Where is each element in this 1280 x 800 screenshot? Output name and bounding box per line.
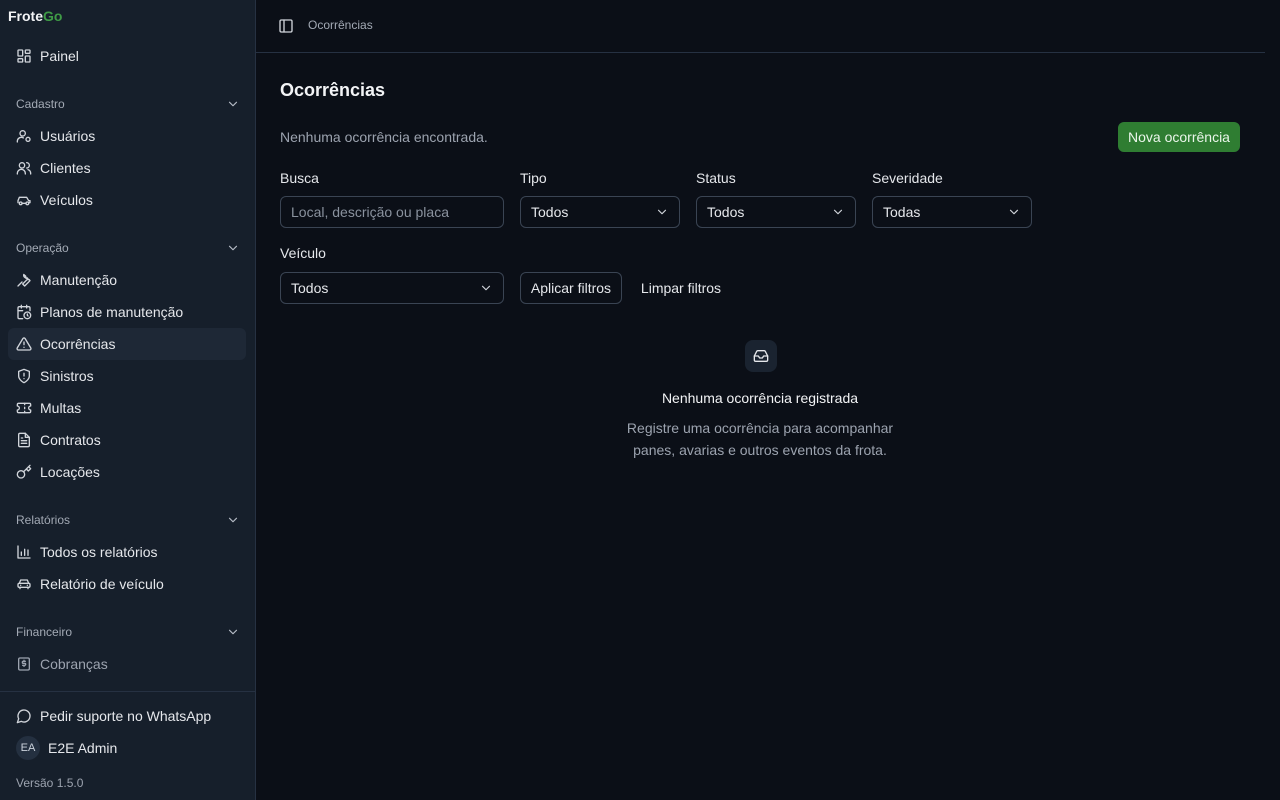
- whatsapp-support-link[interactable]: Pedir suporte no WhatsApp: [8, 700, 246, 732]
- type-select-value: Todos: [531, 204, 569, 220]
- sidebar-item-ocorrencias[interactable]: Ocorrências: [8, 328, 246, 360]
- sidebar-group-cadastro[interactable]: Cadastro: [16, 94, 240, 114]
- brand-name-part1: Frote: [8, 8, 43, 24]
- key-icon: [16, 464, 32, 479]
- sidebar-item-veiculos[interactable]: Veículos: [8, 184, 246, 216]
- sidebar-item-multas[interactable]: Multas: [8, 392, 246, 424]
- status-label: Status: [696, 170, 736, 186]
- sidebar-item-label: Ocorrências: [40, 336, 116, 352]
- severity-select-value: Todas: [883, 204, 921, 220]
- avatar: EA: [16, 736, 40, 760]
- sidebar-item-planos[interactable]: Planos de manutenção: [8, 296, 246, 328]
- sidebar-item-label: Clientes: [40, 160, 91, 176]
- type-label: Tipo: [520, 170, 547, 186]
- bar-chart-icon: [17, 545, 31, 559]
- sidebar-group-label: Relatórios: [16, 513, 71, 527]
- user-cog-icon: [16, 130, 31, 143]
- empty-state-line: Registre uma ocorrência para acompanhar: [626, 420, 894, 436]
- sidebar-item-label: Pedir suporte no WhatsApp: [40, 708, 212, 724]
- sidebar-item-cobrancas[interactable]: Cobranças: [8, 648, 246, 680]
- car-front-icon: [17, 579, 31, 590]
- empty-state-title: Nenhuma ocorrência registrada: [661, 390, 859, 406]
- app-version: Versão 1.5.0: [16, 776, 84, 790]
- sidebar-item-clientes[interactable]: Clientes: [8, 152, 246, 184]
- sidebar-item-manutencao[interactable]: Manutenção: [8, 264, 246, 296]
- sidebar-group-label: Operação: [16, 241, 69, 255]
- alert-triangle-icon: [16, 337, 32, 351]
- chevron-down-icon: [657, 209, 667, 215]
- sidebar-item-label: Todos os relatórios: [40, 544, 158, 560]
- chevron-down-icon: [833, 209, 843, 215]
- type-select[interactable]: Todos: [520, 196, 680, 228]
- page-title: Ocorrências: [280, 80, 386, 100]
- sidebar-item-label: Multas: [40, 400, 82, 416]
- severity-label: Severidade: [872, 170, 943, 186]
- sidebar-item-label: Usuários: [40, 128, 96, 144]
- sidebar-item-label: Painel: [40, 48, 79, 64]
- sidebar-item-sinistros[interactable]: Sinistros: [8, 360, 246, 392]
- sidebar-group-operacao[interactable]: Operação: [16, 238, 240, 258]
- vehicle-select[interactable]: Todos: [280, 272, 504, 304]
- brand-name-part2: Go: [43, 8, 63, 24]
- search-label: Busca: [280, 170, 319, 186]
- new-occurrence-button[interactable]: Nova ocorrência: [1118, 122, 1240, 152]
- sidebar-group-label: Cadastro: [16, 97, 65, 111]
- empty-state-icon-box: [745, 340, 777, 372]
- sidebar-item-label: Manutenção: [40, 272, 118, 288]
- vehicle-label: Veículo: [280, 245, 326, 261]
- file-text-icon: [18, 432, 30, 448]
- sidebar: FroteGo Painel Cadastro Usuários Cliente…: [0, 0, 256, 800]
- dashboard-icon: [17, 49, 31, 63]
- car-icon: [17, 196, 31, 206]
- sidebar-item-todos-relatorios[interactable]: Todos os relatórios: [8, 536, 246, 568]
- sidebar-group-label: Financeiro: [16, 625, 73, 639]
- chevron-down-icon: [481, 285, 491, 291]
- sidebar-group-relatorios[interactable]: Relatórios: [16, 510, 240, 530]
- user-name: E2E Admin: [48, 740, 118, 756]
- sidebar-item-label: Veículos: [40, 192, 93, 208]
- severity-select[interactable]: Todas: [872, 196, 1032, 228]
- empty-state-line: panes, avarias e outros eventos da frota…: [633, 442, 887, 458]
- ticket-icon: [16, 402, 32, 414]
- chevron-down-icon: [228, 101, 238, 107]
- shield-alert-icon: [18, 368, 30, 384]
- message-circle-icon: [16, 709, 31, 724]
- breadcrumb: Ocorrências: [308, 18, 373, 32]
- sidebar-item-label: Planos de manutenção: [40, 304, 184, 320]
- wrench-icon: [17, 273, 31, 287]
- user-menu[interactable]: EA E2E Admin: [16, 734, 240, 762]
- clear-filters-button[interactable]: Limpar filtros: [630, 272, 732, 304]
- inbox-icon: [753, 350, 769, 362]
- sidebar-item-painel[interactable]: Painel: [8, 40, 246, 72]
- sidebar-item-label: Sinistros: [40, 368, 94, 384]
- calendar-clock-icon: [17, 304, 32, 320]
- chevron-down-icon: [228, 629, 238, 635]
- sidebar-item-label: Cobranças: [40, 656, 108, 672]
- status-select[interactable]: Todos: [696, 196, 856, 228]
- receipt-dollar-icon: [18, 657, 30, 671]
- top-header: Ocorrências: [256, 0, 1265, 53]
- chevron-down-icon: [228, 517, 238, 523]
- sidebar-item-label: Locações: [40, 464, 100, 480]
- sidebar-item-label: Contratos: [40, 432, 101, 448]
- users-icon: [16, 162, 32, 175]
- sidebar-toggle-icon[interactable]: [278, 18, 294, 34]
- empty-state-description: Registre uma ocorrência para acompanhar …: [600, 417, 920, 461]
- sidebar-group-financeiro[interactable]: Financeiro: [16, 622, 240, 642]
- brand-logo[interactable]: FroteGo: [8, 8, 62, 24]
- chevron-down-icon: [228, 245, 238, 251]
- sidebar-divider: [0, 691, 255, 692]
- page-subtitle: Nenhuma ocorrência encontrada.: [280, 129, 488, 145]
- sidebar-item-locacoes[interactable]: Locações: [8, 456, 246, 488]
- vehicle-select-value: Todos: [291, 280, 329, 296]
- sidebar-item-usuarios[interactable]: Usuários: [8, 120, 246, 152]
- sidebar-item-contratos[interactable]: Contratos: [8, 424, 246, 456]
- search-input[interactable]: [280, 196, 504, 228]
- sidebar-item-relatorio-veiculo[interactable]: Relatório de veículo: [8, 568, 246, 600]
- status-select-value: Todos: [707, 204, 745, 220]
- apply-filters-button[interactable]: Aplicar filtros: [520, 272, 622, 304]
- chevron-down-icon: [1009, 209, 1019, 215]
- sidebar-item-label: Relatório de veículo: [40, 576, 164, 592]
